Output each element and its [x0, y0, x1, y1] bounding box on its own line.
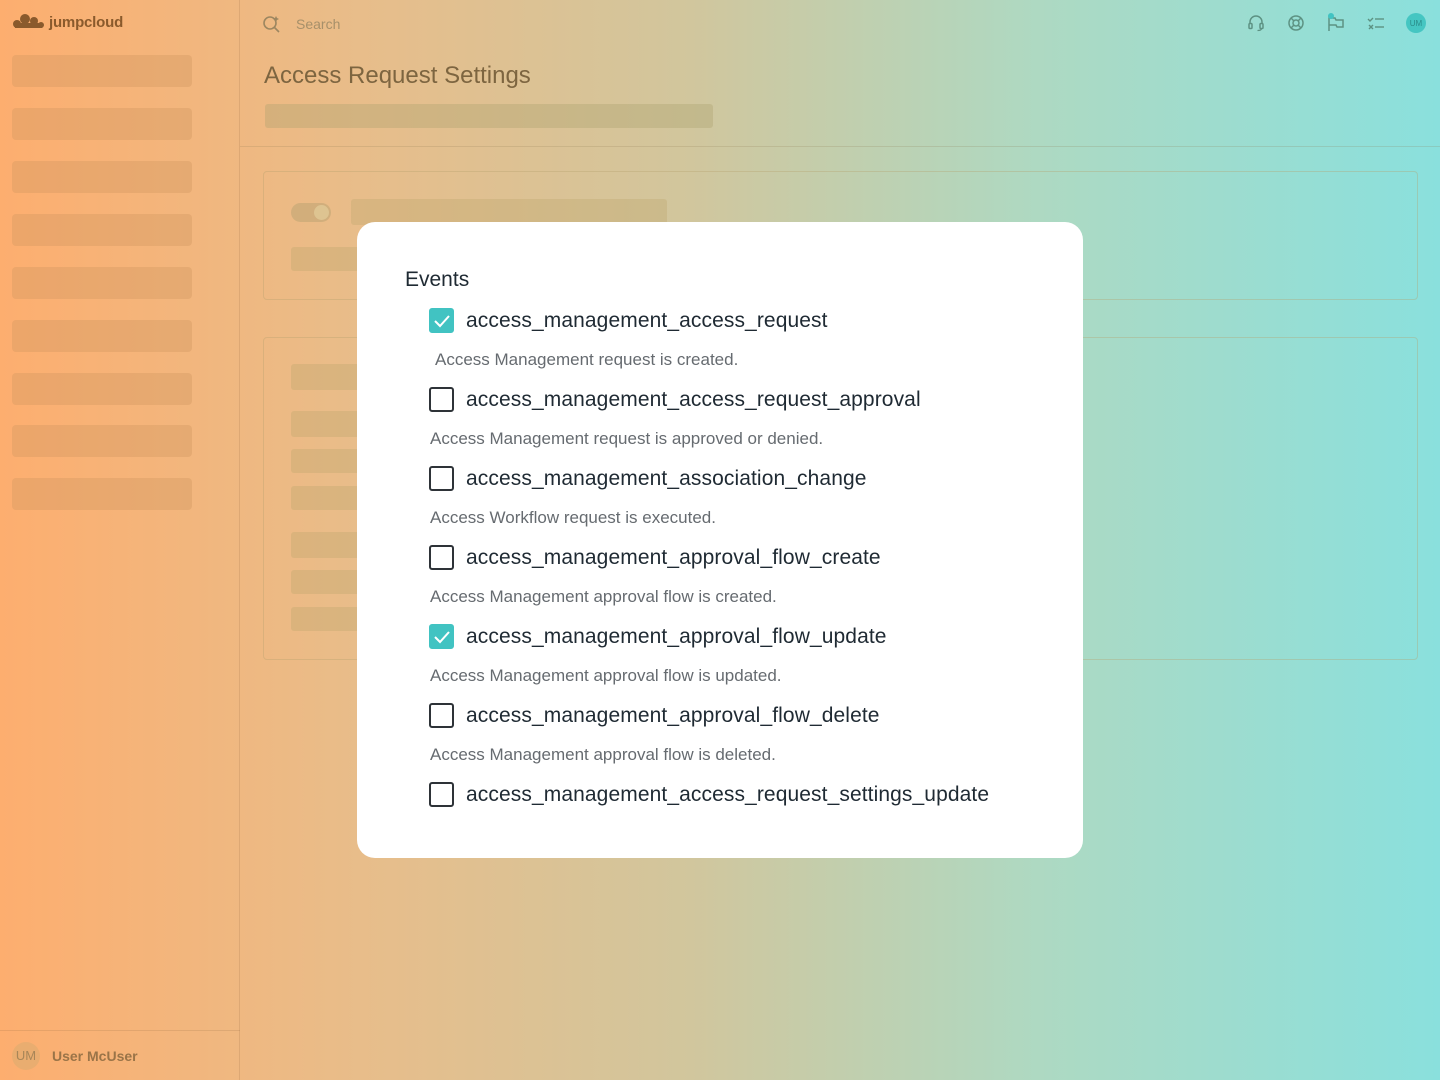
event-name: access_management_approval_flow_update: [466, 624, 887, 648]
text-placeholder: [291, 532, 361, 558]
event-option[interactable]: access_management_access_request_approva…: [429, 387, 921, 412]
sidebar-nav-placeholder: [12, 320, 192, 352]
sidebar-nav-placeholder: [12, 267, 192, 299]
avatar: UM: [12, 1041, 40, 1070]
sidebar-nav-placeholder: [12, 161, 192, 193]
user-name: User McUser: [52, 1047, 138, 1064]
event-name: access_management_access_request_setting…: [466, 782, 990, 806]
sidebar-user-menu[interactable]: UM User McUser: [0, 1030, 240, 1080]
brand-name: jumpcloud: [49, 13, 124, 31]
event-option[interactable]: access_management_approval_flow_create: [429, 545, 881, 570]
event-description: Access Workflow request is executed.: [430, 508, 716, 527]
checkmark-icon: [433, 314, 450, 327]
headset-icon[interactable]: [1246, 13, 1266, 33]
modal-title: Events: [405, 268, 470, 291]
checkbox[interactable]: [429, 624, 454, 649]
toggle-knob-placeholder: [314, 205, 329, 220]
checkbox[interactable]: [429, 308, 454, 333]
text-placeholder: [291, 364, 361, 390]
event-description: Access Management approval flow is delet…: [430, 745, 776, 764]
event-name: access_management_access_request_approva…: [466, 387, 921, 411]
event-option[interactable]: access_management_approval_flow_delete: [429, 703, 880, 728]
text-placeholder: [291, 607, 361, 631]
header-divider: [240, 146, 1440, 147]
checkbox[interactable]: [429, 782, 454, 807]
user-avatar-button[interactable]: UM: [1406, 13, 1426, 33]
page-title: Access Request Settings: [264, 62, 531, 89]
help-lifebuoy-icon[interactable]: [1286, 13, 1306, 33]
event-name: access_management_association_change: [466, 466, 867, 490]
event-option[interactable]: access_management_approval_flow_update: [429, 624, 887, 649]
search-input[interactable]: Search: [296, 16, 340, 32]
checkbox[interactable]: [429, 545, 454, 570]
topbar-actions: UM: [1246, 13, 1426, 33]
sidebar-nav-placeholder: [12, 478, 192, 510]
checkmark-icon: [433, 630, 450, 643]
jumpcloud-logo[interactable]: jumpcloud: [12, 13, 123, 31]
flag-icon[interactable]: [1326, 13, 1346, 33]
topbar: Search UM: [240, 0, 1440, 48]
checkbox[interactable]: [429, 703, 454, 728]
event-name: access_management_approval_flow_delete: [466, 703, 880, 727]
text-placeholder: [291, 449, 361, 473]
sidebar-nav-placeholder: [12, 373, 192, 405]
search-icon: [263, 16, 280, 33]
text-placeholder: [291, 570, 361, 594]
text-placeholder: [291, 411, 361, 437]
event-name: access_management_approval_flow_create: [466, 545, 881, 569]
checklist-icon[interactable]: [1366, 13, 1386, 33]
text-placeholder: [291, 247, 361, 271]
event-option[interactable]: access_management_access_request: [429, 308, 828, 333]
sidebar: jumpcloud UM User McUser: [0, 0, 240, 1080]
sidebar-nav-placeholder: [12, 425, 192, 457]
event-name: access_management_access_request: [466, 308, 828, 332]
event-option[interactable]: access_management_access_request_setting…: [429, 782, 989, 807]
sidebar-nav-placeholder: [12, 214, 192, 246]
checkbox[interactable]: [429, 466, 454, 491]
sidebar-nav-placeholder: [12, 55, 192, 87]
cloud-logo-icon: [13, 14, 44, 28]
subtitle-placeholder: [265, 104, 713, 128]
sidebar-nav-placeholder: [12, 108, 192, 140]
checkbox[interactable]: [429, 387, 454, 412]
event-description: Access Management request is created.: [435, 350, 739, 369]
event-option[interactable]: access_management_association_change: [429, 466, 867, 491]
events-modal: Events access_management_access_request …: [357, 222, 1083, 858]
text-placeholder: [291, 486, 361, 510]
event-description: Access Management approval flow is creat…: [430, 587, 777, 606]
event-description: Access Management approval flow is updat…: [430, 666, 782, 685]
event-description: Access Management request is approved or…: [430, 429, 824, 448]
